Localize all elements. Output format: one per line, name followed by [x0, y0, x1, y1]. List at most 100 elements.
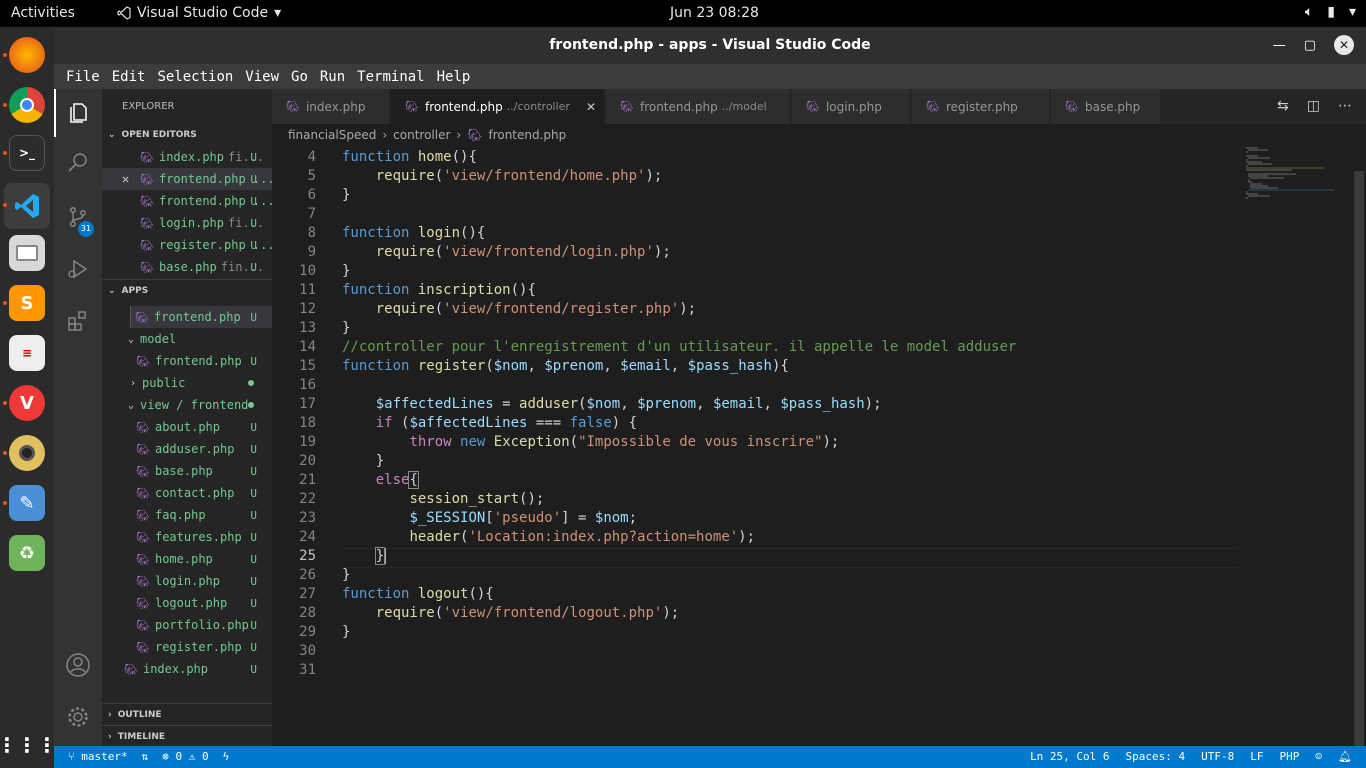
tree-file[interactable]: 🐘︎ index.php U — [102, 658, 272, 680]
problems-status[interactable]: ⊗ 0 ⚠ 0 — [162, 750, 208, 763]
php-file-icon: 🐘︎ — [620, 100, 634, 113]
notes-icon[interactable]: ≡ — [9, 335, 45, 371]
tree-file[interactable]: 🐘︎ home.php U — [102, 548, 272, 570]
minimize-button[interactable]: — — [1273, 38, 1286, 53]
vivaldi-icon[interactable]: V — [9, 385, 45, 421]
tree-folder-view[interactable]: ⌄ view / frontend — [102, 394, 272, 416]
tree-file[interactable]: 🐘︎ login.php U — [102, 570, 272, 592]
breadcrumb-item[interactable]: financialSpeed — [288, 128, 376, 142]
tab-login[interactable]: 🐘︎ login.php — [792, 89, 911, 124]
rhythmbox-icon[interactable] — [9, 435, 45, 471]
files-icon[interactable] — [9, 235, 45, 271]
tree-file[interactable]: 🐘︎ about.php U — [102, 416, 272, 438]
menu-terminal[interactable]: Terminal — [351, 69, 430, 85]
tree-file[interactable]: 🐘︎ faq.php U — [102, 504, 272, 526]
app-menu[interactable]: Visual Studio Code ▾ — [117, 5, 281, 21]
tab-index[interactable]: 🐘︎ index.php — [272, 89, 390, 124]
activities-button[interactable]: Activities — [11, 5, 75, 21]
git-status: U — [250, 216, 257, 230]
minimap[interactable] — [1244, 146, 1334, 216]
tree-file[interactable]: 🐘︎ features.php U — [102, 526, 272, 548]
chevron-right-icon: › — [108, 709, 112, 720]
menu-help[interactable]: Help — [431, 69, 477, 85]
open-changes-icon[interactable]: ⇆ — [1277, 98, 1289, 114]
git-status: U — [250, 662, 257, 676]
tree-file[interactable]: 🐘︎ portfolio.php U — [102, 614, 272, 636]
vscode-icon[interactable] — [4, 183, 50, 229]
bell-icon[interactable]: 🔔︎ — [1338, 750, 1352, 763]
open-editor-item[interactable]: 🐘︎ frontend.php ... U — [102, 190, 272, 212]
extensions-icon[interactable] — [54, 297, 102, 345]
menu-selection[interactable]: Selection — [151, 69, 239, 85]
clock[interactable]: Jun 23 08:28 — [670, 5, 759, 21]
breadcrumb-item[interactable]: controller — [393, 128, 450, 142]
tree-file[interactable]: 🐘︎ frontend.php U — [130, 306, 272, 328]
chrome-icon[interactable] — [9, 87, 45, 123]
tree-folder-model[interactable]: ⌄ model — [102, 328, 272, 350]
lightning-icon[interactable]: ϟ — [223, 750, 230, 763]
menu-edit[interactable]: Edit — [106, 69, 152, 85]
explorer-icon[interactable] — [54, 89, 102, 137]
tree-file[interactable]: 🐘︎ adduser.php U — [102, 438, 272, 460]
sublime-icon[interactable]: S — [9, 285, 45, 321]
open-editor-item[interactable]: 🐘︎ register.php ... U — [102, 234, 272, 256]
tab-base[interactable]: 🐘︎ base.php — [1051, 89, 1161, 124]
close-icon[interactable]: ✕ — [122, 172, 129, 186]
close-button[interactable]: ✕ — [1334, 35, 1354, 55]
timeline-section[interactable]: › TIMELINE — [102, 725, 272, 747]
maximize-button[interactable]: ▢ — [1304, 38, 1316, 53]
code-editor[interactable]: 4 5 6 7 8 9 10 11 12 13 14 15 16 17 18 19 20 21 22 23 24 25 26… — [272, 146, 1366, 751]
sync-icon[interactable]: ⇅ — [142, 750, 149, 763]
tab-frontend-controller[interactable]: 🐘︎ frontend.php ../controller ✕ — [391, 89, 605, 124]
tree-file[interactable]: 🐘︎ frontend.php U — [102, 350, 272, 372]
outline-section[interactable]: › OUTLINE — [102, 703, 272, 725]
apps-section[interactable]: ⌄ APPS — [102, 279, 272, 301]
php-file-icon: 🐘︎ — [136, 464, 150, 478]
open-editors-section[interactable]: ⌄ OPEN EDITORS — [102, 124, 272, 146]
tree-file[interactable]: 🐘︎ logout.php U — [102, 592, 272, 614]
encoding[interactable]: UTF-8 — [1201, 750, 1234, 763]
open-editor-item[interactable]: 🐘︎ login.php fi... U — [102, 212, 272, 234]
tree-file[interactable]: 🐘︎ contact.php U — [102, 482, 272, 504]
tab-label: index.php — [305, 99, 366, 114]
line-number: 31 — [299, 662, 316, 678]
text-editor-icon[interactable]: ✎ — [9, 485, 45, 521]
menu-go[interactable]: Go — [285, 69, 314, 85]
menu-file[interactable]: File — [60, 69, 106, 85]
trash-icon[interactable]: ♻ — [9, 535, 45, 571]
tab-register[interactable]: 🐘︎ register.php — [912, 89, 1050, 124]
run-debug-icon[interactable] — [54, 245, 102, 293]
battery-icon: ▮ — [1327, 4, 1335, 20]
tab-frontend-model[interactable]: 🐘︎ frontend.php ../model — [606, 89, 791, 124]
open-editor-item[interactable]: 🐘︎ base.php fin... U — [102, 256, 272, 278]
tree-folder-public[interactable]: › public — [102, 372, 272, 394]
source-control-icon[interactable]: 31 — [54, 193, 102, 241]
breadcrumb-item[interactable]: frontend.php — [488, 128, 566, 142]
apps-grid-icon[interactable]: ⋮⋮⋮ — [0, 727, 57, 763]
indentation[interactable]: Spaces: 4 — [1126, 750, 1186, 763]
feedback-icon[interactable]: ☺ — [1315, 750, 1322, 763]
terminal-icon[interactable]: >_ — [9, 135, 45, 171]
firefox-icon[interactable] — [9, 37, 45, 73]
menu-run[interactable]: Run — [314, 69, 351, 85]
close-icon[interactable]: ✕ — [586, 100, 596, 114]
more-actions-icon[interactable]: ⋯ — [1338, 98, 1352, 114]
cursor-position[interactable]: Ln 25, Col 6 — [1030, 750, 1109, 763]
chevron-down-icon: ⌄ — [108, 130, 116, 140]
open-editor-item[interactable]: ✕ 🐘︎ frontend.php ... U — [102, 168, 272, 190]
tree-file[interactable]: 🐘︎ register.php U — [102, 636, 272, 658]
split-editor-icon[interactable]: ◫ — [1307, 98, 1320, 114]
system-tray[interactable]: 🔈︎ ▮ ▾ — [1305, 4, 1356, 20]
menu-view[interactable]: View — [239, 69, 285, 85]
tree-file[interactable]: 🐘︎ base.php U — [102, 460, 272, 482]
gear-icon[interactable] — [54, 693, 102, 741]
branch-status[interactable]: ⑂ master* — [68, 750, 128, 763]
vertical-scrollbar[interactable] — [1352, 146, 1366, 751]
scrollbar-thumb[interactable] — [1354, 171, 1364, 751]
account-icon[interactable] — [54, 641, 102, 689]
php-file-icon: 🐘︎ — [467, 128, 483, 142]
open-editor-item[interactable]: 🐘︎ index.php fi... U — [102, 146, 272, 168]
end-of-line[interactable]: LF — [1250, 750, 1263, 763]
language-mode[interactable]: PHP — [1280, 750, 1300, 763]
search-icon[interactable] — [54, 139, 102, 187]
